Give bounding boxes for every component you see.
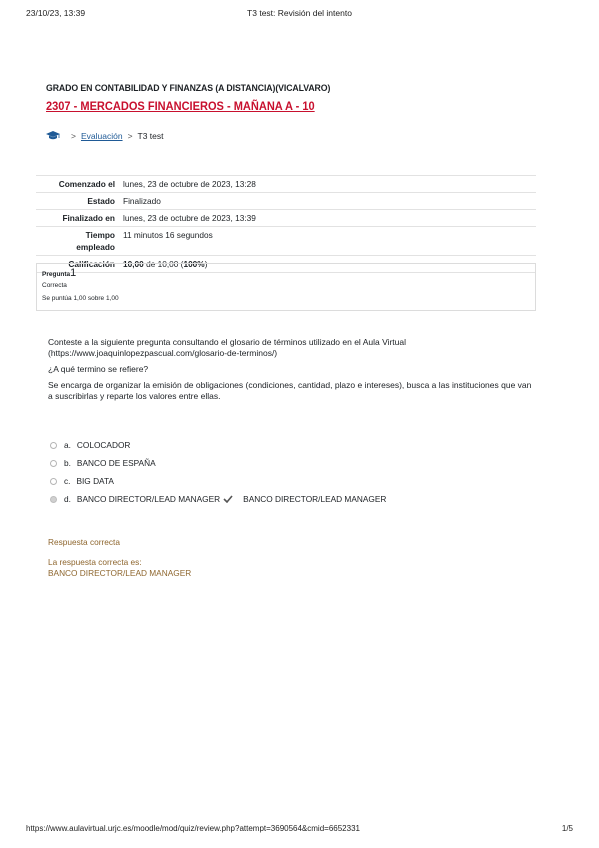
answer-option-c[interactable]: c. BIG DATA xyxy=(50,472,386,490)
question-status: Correcta xyxy=(42,282,67,289)
answer-text: BANCO DE ESPAÑA xyxy=(76,458,156,468)
answer-letter: d. xyxy=(64,494,71,504)
answer-option-d[interactable]: d. BANCO DIRECTOR/LEAD MANAGER BANCO DIR… xyxy=(50,490,386,508)
question-text: Conteste a la siguiente pregunta consult… xyxy=(48,337,538,407)
graduation-cap-icon[interactable] xyxy=(46,131,60,141)
attempt-summary-table: Comenzado el lunes, 23 de octubre de 202… xyxy=(36,175,536,273)
question-number: Pregunta1 xyxy=(42,267,530,279)
answer-text: COLOCADOR xyxy=(76,440,131,450)
summary-label: Comenzado el xyxy=(36,175,119,193)
radio-button[interactable] xyxy=(50,459,57,467)
radio-button[interactable] xyxy=(50,441,57,449)
feedback-box: Respuesta correcta La respuesta correcta… xyxy=(48,537,191,579)
breadcrumb-current: T3 test xyxy=(137,131,164,141)
summary-value: 11 minutos 16 segundos xyxy=(119,226,536,256)
answer-option-b[interactable]: b. BANCO DE ESPAÑA xyxy=(50,454,386,472)
answer-inline-feedback: BANCO DIRECTOR/LEAD MANAGER xyxy=(243,494,387,504)
summary-row-time: Tiempo empleado 11 minutos 16 segundos xyxy=(36,226,536,256)
answer-letter: b. xyxy=(64,458,71,468)
summary-row-started: Comenzado el lunes, 23 de octubre de 202… xyxy=(36,175,536,193)
breadcrumb-separator: > xyxy=(127,131,133,141)
question-num: 1 xyxy=(70,267,77,279)
breadcrumb-link-evaluacion[interactable]: Evaluación xyxy=(81,131,123,141)
breadcrumb-separator: > xyxy=(71,131,76,141)
summary-value: lunes, 23 de octubre de 2023, 13:39 xyxy=(119,209,536,227)
radio-button[interactable] xyxy=(50,477,57,485)
print-url: https://www.aulavirtual.urjc.es/moodle/m… xyxy=(26,824,360,833)
summary-label: Estado xyxy=(36,192,119,210)
summary-label-line: Tiempo xyxy=(85,230,115,240)
feedback-right-label: La respuesta correcta es: xyxy=(48,557,142,567)
answer-list: a. COLOCADOR b. BANCO DE ESPAÑA c. BIG D… xyxy=(50,436,386,508)
answer-letter: c. xyxy=(64,476,71,486)
question-intro: Conteste a la siguiente pregunta consult… xyxy=(48,337,407,358)
feedback-result: Respuesta correcta xyxy=(48,537,120,547)
print-page-number: 1/5 xyxy=(561,824,573,833)
answer-option-a[interactable]: a. COLOCADOR xyxy=(50,436,386,454)
summary-label: Finalizado en xyxy=(36,209,119,227)
answer-text: BANCO DIRECTOR/LEAD MANAGER xyxy=(76,494,221,504)
summary-row-finished: Finalizado en lunes, 23 de octubre de 20… xyxy=(36,209,536,227)
summary-label-line: empleado xyxy=(76,242,115,252)
summary-value: lunes, 23 de octubre de 2023, 13:28 xyxy=(119,175,536,193)
question-label: Pregunta xyxy=(42,271,71,278)
summary-value: Finalizado xyxy=(119,192,536,210)
print-title: T3 test: Revisión del intento xyxy=(247,8,352,18)
feedback-right-answer: BANCO DIRECTOR/LEAD MANAGER xyxy=(48,568,192,578)
question-info-box: Pregunta1 Correcta Se puntúa 1,00 sobre … xyxy=(36,263,536,311)
answer-text: BIG DATA xyxy=(76,476,114,486)
summary-row-state: Estado Finalizado xyxy=(36,192,536,210)
check-icon xyxy=(223,495,233,503)
question-definition: Se encarga de organizar la emisión de ob… xyxy=(48,380,532,401)
answer-letter: a. xyxy=(64,440,71,450)
radio-button-selected[interactable] xyxy=(50,495,57,503)
subject-title-link[interactable]: 2307 - MERCADOS FINANCIEROS - MAÑANA A -… xyxy=(46,99,315,113)
breadcrumb: > Evaluación > T3 test xyxy=(46,131,164,141)
question-ask: ¿A qué termino se refiere? xyxy=(48,364,149,374)
question-mark: Se puntúa 1,00 sobre 1,00 xyxy=(42,295,119,302)
course-degree-title: GRADO EN CONTABILIDAD Y FINANZAS (A DIST… xyxy=(46,83,331,94)
summary-label: Tiempo empleado xyxy=(36,226,119,256)
